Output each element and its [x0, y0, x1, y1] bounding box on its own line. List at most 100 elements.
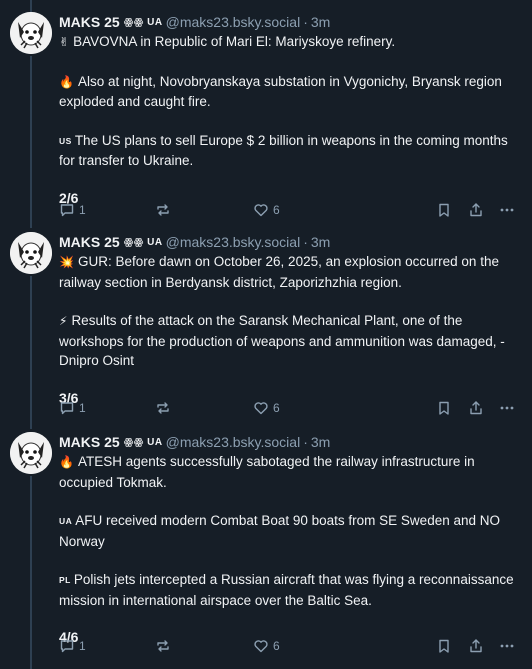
- post-actions: 1 6: [59, 400, 520, 420]
- post-paragraph: PL Polish jets intercepted a Russian airc…: [59, 570, 520, 610]
- more-button[interactable]: [499, 400, 515, 416]
- heart-icon: [254, 402, 268, 415]
- post-paragraph: ✌ BAVOVNA in Republic of Mari El: Mariysk…: [59, 32, 520, 53]
- post-paragraph: 💥 GUR: Before dawn on October 26, 2025, a…: [59, 252, 520, 292]
- post-paragraph: 🔥 ATESH agents successfully sabotaged the…: [59, 452, 520, 492]
- author-handle[interactable]: @maks23.bsky.social: [166, 234, 301, 250]
- bookmark-button[interactable]: [436, 638, 452, 654]
- separator: ·: [303, 234, 308, 250]
- repost-button[interactable]: [155, 202, 175, 218]
- reply-button[interactable]: 1: [59, 638, 86, 654]
- victory-emoji-icon: ✌: [59, 35, 70, 49]
- reply-icon: [60, 402, 74, 415]
- reply-count: 1: [79, 401, 86, 415]
- post-content: MAKS 25 ꙮꙮ UA @maks23.bsky.social · 3m ✌…: [59, 12, 520, 206]
- repost-button[interactable]: [155, 400, 175, 416]
- post-paragraph: UA AFU received modern Combat Boat 90 boa…: [59, 511, 520, 551]
- post-paragraph: 🔥 Also at night, Novobryanskaya substatio…: [59, 72, 520, 112]
- share-button[interactable]: [468, 638, 484, 654]
- post-actions: 1 6: [59, 638, 520, 658]
- repost-icon: [157, 204, 169, 216]
- like-count: 6: [273, 639, 280, 653]
- like-button[interactable]: 6: [253, 400, 280, 416]
- more-button[interactable]: [499, 202, 515, 218]
- avatar[interactable]: [10, 12, 52, 54]
- author-badge: ꙮꙮ UA: [123, 436, 163, 448]
- reply-icon: [60, 640, 74, 653]
- bookmark-icon: [439, 203, 449, 217]
- post-content: MAKS 25 ꙮꙮ UA @maks23.bsky.social · 3m 🔥…: [59, 432, 520, 645]
- heart-icon: [254, 640, 268, 653]
- post[interactable]: MAKS 25 ꙮꙮ UA @maks23.bsky.social · 3m 🔥…: [0, 432, 532, 662]
- post[interactable]: MAKS 25 ꙮꙮ UA @maks23.bsky.social · 3m 💥…: [0, 232, 532, 422]
- avatar-image: [10, 12, 52, 54]
- explosion-emoji-icon: 💥: [59, 255, 74, 269]
- bookmark-icon: [439, 639, 449, 653]
- like-button[interactable]: 6: [253, 202, 280, 218]
- share-icon: [470, 203, 482, 217]
- post-header: MAKS 25 ꙮꙮ UA @maks23.bsky.social · 3m: [59, 432, 520, 452]
- fire-emoji-icon: 🔥: [59, 455, 74, 469]
- repost-icon: [157, 402, 169, 414]
- post-body: ✌ BAVOVNA in Republic of Mari El: Mariysk…: [59, 32, 520, 171]
- author-badge: ꙮꙮ UA: [123, 236, 163, 248]
- paragraph-text: Results of the attack on the Saransk Mec…: [59, 313, 505, 368]
- share-icon: [470, 639, 482, 653]
- author-handle[interactable]: @maks23.bsky.social: [166, 434, 301, 450]
- post[interactable]: MAKS 25 ꙮꙮ UA @maks23.bsky.social · 3m ✌…: [0, 12, 532, 222]
- more-icon: [500, 406, 514, 410]
- post-time[interactable]: 3m: [311, 434, 330, 450]
- post-time[interactable]: 3m: [311, 14, 330, 30]
- paragraph-text: Polish jets intercepted a Russian aircra…: [59, 572, 514, 608]
- paragraph-text: BAVOVNA in Republic of Mari El: Mariysko…: [73, 34, 396, 49]
- repost-icon: [157, 640, 169, 652]
- bookmark-button[interactable]: [436, 202, 452, 218]
- like-button[interactable]: 6: [253, 638, 280, 654]
- separator: ·: [303, 14, 308, 30]
- lightning-emoji-icon: ⚡: [59, 314, 68, 328]
- reply-count: 1: [79, 203, 86, 217]
- share-button[interactable]: [468, 400, 484, 416]
- fire-emoji-icon: 🔥: [59, 74, 74, 89]
- avatar[interactable]: [10, 432, 52, 474]
- reply-button[interactable]: 1: [59, 400, 86, 416]
- paragraph-text: GUR: Before dawn on October 26, 2025, an…: [59, 254, 499, 290]
- paragraph-text: AFU received modern Combat Boat 90 boats…: [59, 513, 500, 549]
- repost-button[interactable]: [155, 638, 175, 654]
- more-icon: [500, 208, 514, 212]
- thread-feed: MAKS 25 ꙮꙮ UA @maks23.bsky.social · 3m ✌…: [0, 0, 532, 669]
- paragraph-text: The US plans to sell Europe $ 2 billion …: [59, 132, 508, 169]
- ua-flag-icon: UA: [59, 516, 73, 526]
- bookmark-button[interactable]: [436, 400, 452, 416]
- reply-icon: [60, 204, 74, 217]
- post-content: MAKS 25 ꙮꙮ UA @maks23.bsky.social · 3m 💥…: [59, 232, 520, 406]
- paragraph-text: ATESH agents successfully sabotaged the …: [59, 454, 475, 490]
- post-time[interactable]: 3m: [311, 234, 330, 250]
- pl-flag-icon: PL: [59, 575, 71, 585]
- author-name[interactable]: MAKS 25: [59, 434, 120, 450]
- avatar-image: [10, 232, 52, 274]
- like-count: 6: [273, 203, 280, 217]
- paragraph-text: Also at night, Novobryanskaya substation…: [59, 73, 502, 110]
- avatar-image: [10, 432, 52, 474]
- author-name[interactable]: MAKS 25: [59, 234, 120, 250]
- more-icon: [500, 644, 514, 648]
- share-button[interactable]: [468, 202, 484, 218]
- avatar[interactable]: [10, 232, 52, 274]
- author-badge: ꙮꙮ UA: [123, 16, 163, 28]
- like-count: 6: [273, 401, 280, 415]
- more-button[interactable]: [499, 638, 515, 654]
- post-header: MAKS 25 ꙮꙮ UA @maks23.bsky.social · 3m: [59, 232, 520, 252]
- post-paragraph: ⚡ Results of the attack on the Saransk Me…: [59, 311, 520, 371]
- author-handle[interactable]: @maks23.bsky.social: [166, 14, 301, 30]
- post-paragraph: US The US plans to sell Europe $ 2 billio…: [59, 131, 520, 171]
- post-header: MAKS 25 ꙮꙮ UA @maks23.bsky.social · 3m: [59, 12, 520, 32]
- us-flag-icon: US: [59, 135, 72, 146]
- post-body: 🔥 ATESH agents successfully sabotaged the…: [59, 452, 520, 610]
- reply-count: 1: [79, 639, 86, 653]
- author-name[interactable]: MAKS 25: [59, 14, 120, 30]
- thread-line: [30, 0, 32, 12]
- post-body: 💥 GUR: Before dawn on October 26, 2025, a…: [59, 252, 520, 371]
- reply-button[interactable]: 1: [59, 202, 86, 218]
- share-icon: [470, 401, 482, 415]
